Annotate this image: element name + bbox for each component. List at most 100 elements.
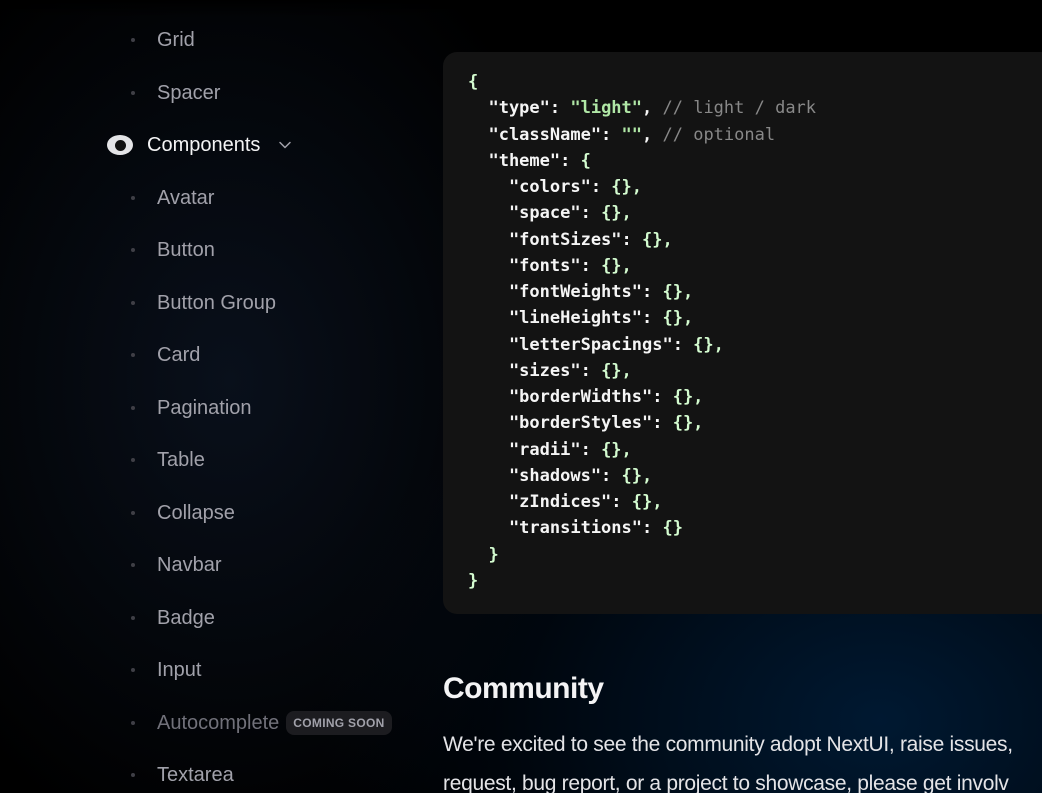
sidebar-item-navbar[interactable]: Navbar bbox=[131, 550, 221, 580]
sidebar-item-label: Avatar bbox=[157, 186, 215, 209]
code-line: "space": {}, bbox=[468, 200, 632, 226]
code-line: } bbox=[468, 568, 478, 594]
code-line: "lineHeights": {}, bbox=[468, 305, 693, 331]
code-line: } bbox=[468, 542, 498, 568]
sidebar-item-badge[interactable]: Badge bbox=[131, 603, 215, 633]
sidebar-item-label: Badge bbox=[157, 606, 215, 629]
bullet-icon bbox=[131, 458, 135, 462]
code-line: "radii": {}, bbox=[468, 437, 632, 463]
code-token: "fontSizes": bbox=[468, 229, 642, 250]
code-token: {}, bbox=[672, 387, 704, 407]
code-token: "space": bbox=[468, 203, 602, 224]
bullet-icon bbox=[131, 196, 135, 200]
code-line: "transitions": {} bbox=[468, 515, 683, 541]
sidebar-item-spacer[interactable]: Spacer bbox=[131, 78, 220, 108]
sidebar-item-input[interactable]: Input bbox=[131, 655, 201, 685]
theme-code-block[interactable]: { "type": "light", // light / dark "clas… bbox=[443, 52, 1042, 614]
bullet-icon bbox=[131, 668, 135, 672]
code-token: {}, bbox=[621, 465, 653, 486]
code-token: {}, bbox=[601, 203, 632, 224]
code-token: // optional bbox=[662, 124, 776, 145]
sidebar-item-textarea[interactable]: Textarea bbox=[131, 760, 234, 790]
sidebar-item-label: Pagination bbox=[157, 396, 252, 419]
community-heading: Community bbox=[443, 672, 604, 705]
code-token: {}, bbox=[672, 413, 704, 434]
code-line: "type": "light", // light / dark bbox=[468, 95, 816, 121]
coming-soon-badge: COMING SOON bbox=[286, 711, 392, 735]
code-token: "letterSpacings": bbox=[468, 334, 694, 355]
code-token: "fonts": bbox=[468, 255, 602, 276]
code-token: {}, bbox=[601, 255, 632, 276]
sidebar-item-pagination[interactable]: Pagination bbox=[131, 393, 252, 423]
sidebar-item-button-group[interactable]: Button Group bbox=[131, 288, 276, 318]
code-token: {}, bbox=[631, 492, 663, 512]
sidebar: Grid Spacer Components Avatar Button But… bbox=[0, 0, 430, 793]
code-line: "borderWidths": {}, bbox=[468, 384, 703, 410]
code-line: "colors": {}, bbox=[468, 174, 642, 200]
code-token: // light / dark bbox=[662, 98, 817, 119]
sidebar-item-button[interactable]: Button bbox=[131, 235, 215, 265]
sidebar-item-label: Autocomplete bbox=[157, 711, 280, 734]
bullet-icon bbox=[131, 406, 135, 410]
docs-page: Grid Spacer Components Avatar Button But… bbox=[0, 0, 1042, 793]
code-line: "className": "", // optional bbox=[468, 122, 775, 148]
bullet-icon bbox=[131, 91, 135, 95]
bullet-icon bbox=[131, 38, 135, 42]
code-token: "type": bbox=[468, 98, 571, 119]
sidebar-item-label: Table bbox=[157, 448, 205, 471]
code-token: , bbox=[642, 98, 663, 119]
code-token: {}, bbox=[611, 177, 643, 197]
code-token: "light" bbox=[570, 98, 643, 119]
community-paragraph-line: We're excited to see the community adopt… bbox=[443, 733, 1013, 756]
code-token: {}, bbox=[601, 360, 632, 381]
sidebar-item-label: Spacer bbox=[157, 81, 221, 104]
code-line: "sizes": {}, bbox=[468, 358, 632, 384]
bullet-icon bbox=[131, 301, 135, 305]
sidebar-item-card[interactable]: Card bbox=[131, 340, 200, 370]
code-token: "sizes": bbox=[468, 360, 602, 381]
sidebar-item-label: Collapse bbox=[157, 501, 235, 524]
code-token: { bbox=[580, 150, 591, 171]
code-line: "borderStyles": {}, bbox=[468, 410, 703, 436]
code-line: "letterSpacings": {}, bbox=[468, 332, 724, 358]
bullet-icon bbox=[131, 721, 135, 725]
code-token: {}, bbox=[693, 334, 724, 355]
bullet-icon bbox=[131, 773, 135, 777]
code-line: "fonts": {}, bbox=[468, 253, 632, 279]
code-line: "fontWeights": {}, bbox=[468, 279, 693, 305]
sidebar-section-components[interactable]: Components bbox=[107, 130, 292, 160]
code-token: "borderStyles": bbox=[468, 413, 673, 434]
chevron-down-icon[interactable] bbox=[278, 138, 292, 152]
code-token: "zIndices": bbox=[468, 492, 632, 512]
bullet-icon bbox=[131, 563, 135, 567]
sidebar-item-label: Button Group bbox=[157, 291, 276, 314]
code-token: } bbox=[468, 570, 479, 591]
sidebar-item-label: Input bbox=[157, 658, 202, 681]
bullet-icon bbox=[131, 616, 135, 620]
code-token: { bbox=[468, 72, 479, 92]
code-token: "theme": bbox=[468, 150, 581, 171]
code-line: "zIndices": {}, bbox=[468, 489, 663, 515]
code-token: "lineHeights": bbox=[468, 308, 663, 329]
components-icon bbox=[107, 135, 133, 155]
code-token: "colors": bbox=[468, 177, 612, 197]
code-token: {}, bbox=[601, 439, 632, 460]
code-token: "borderWidths": bbox=[468, 387, 673, 407]
sidebar-item-table[interactable]: Table bbox=[131, 445, 205, 475]
sidebar-item-label: Textarea bbox=[157, 763, 234, 786]
code-line: "theme": { bbox=[468, 148, 591, 174]
bullet-icon bbox=[131, 353, 135, 357]
code-line: { bbox=[468, 69, 478, 95]
code-token: {}, bbox=[662, 282, 694, 302]
sidebar-item-label: Button bbox=[157, 238, 215, 261]
code-token: "className": bbox=[468, 124, 622, 145]
sidebar-item-label: Grid bbox=[157, 28, 195, 51]
bullet-icon bbox=[131, 248, 135, 252]
bullet-icon bbox=[131, 511, 135, 515]
sidebar-item-label: Card bbox=[157, 343, 201, 366]
code-token: "radii": bbox=[468, 439, 602, 460]
sidebar-item-collapse[interactable]: Collapse bbox=[131, 498, 235, 528]
sidebar-section-label: Components bbox=[147, 133, 261, 156]
sidebar-item-grid[interactable]: Grid bbox=[131, 25, 195, 55]
sidebar-item-avatar[interactable]: Avatar bbox=[131, 183, 214, 213]
